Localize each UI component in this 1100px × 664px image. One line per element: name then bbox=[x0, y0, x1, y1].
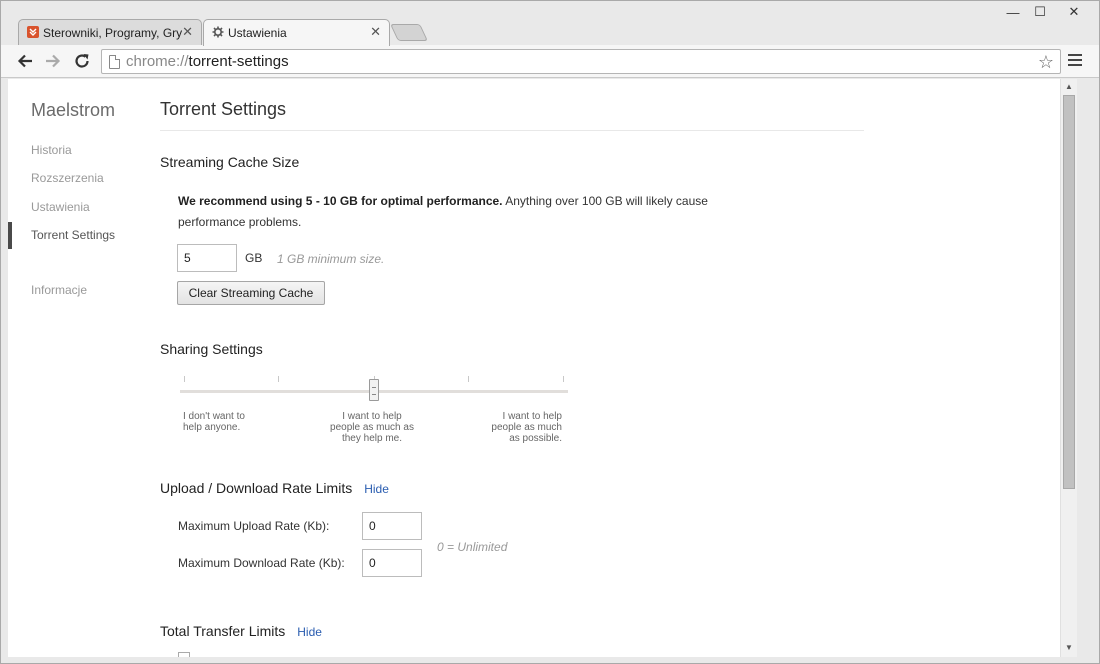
forward-button[interactable] bbox=[42, 50, 64, 72]
tab-sterowniki[interactable]: Sterowniki, Programy, Gry ✕ bbox=[18, 19, 202, 45]
transfer-limit-checkbox[interactable] bbox=[178, 652, 190, 657]
slider-label-middle: I want to help people as much as they he… bbox=[330, 411, 414, 444]
sidebar-selected-marker bbox=[8, 222, 12, 249]
upload-rate-input[interactable] bbox=[362, 512, 422, 540]
sidebar-item-torrent-settings[interactable]: Torrent Settings bbox=[31, 228, 115, 242]
page-content: Maelstrom Historia Rozszerzenia Ustawien… bbox=[8, 79, 1060, 657]
rate-limits-hide-link[interactable]: Hide bbox=[364, 482, 389, 496]
close-tab-icon[interactable]: ✕ bbox=[182, 24, 193, 40]
download-rate-input[interactable] bbox=[362, 549, 422, 577]
window-close-icon[interactable]: ✕ bbox=[1057, 2, 1091, 22]
page-scrollbar[interactable]: ▲ ▼ bbox=[1060, 79, 1077, 657]
site-favicon-icon bbox=[27, 26, 39, 38]
cache-unit: GB bbox=[245, 251, 263, 265]
gear-icon bbox=[212, 26, 224, 38]
transfer-limits-hide-link[interactable]: Hide bbox=[297, 625, 322, 639]
rate-limits-section-title: Upload / Download Rate Limits Hide bbox=[160, 480, 389, 496]
sidebar-brand: Maelstrom bbox=[31, 100, 116, 120]
slider-label-left: I don't want to help anyone. bbox=[183, 411, 245, 433]
upload-rate-label: Maximum Upload Rate (Kb): bbox=[178, 519, 330, 533]
back-button[interactable] bbox=[14, 50, 36, 72]
arrow-right-icon bbox=[46, 54, 61, 68]
page-title: Torrent Settings bbox=[160, 99, 287, 119]
browser-toolbar: chrome://torrent-settings ☆ bbox=[1, 45, 1099, 78]
cache-section-title: Streaming Cache Size bbox=[160, 154, 300, 170]
slider-label-right: I want to help people as much as possibl… bbox=[491, 411, 562, 444]
scroll-down-icon[interactable]: ▼ bbox=[1065, 643, 1073, 652]
reload-icon bbox=[75, 54, 89, 68]
sidebar-item-historia[interactable]: Historia bbox=[31, 143, 72, 157]
slider-tick bbox=[468, 376, 469, 382]
sidebar-item-rozszerzenia[interactable]: Rozszerzenia bbox=[31, 171, 104, 185]
window-edge bbox=[1077, 79, 1099, 657]
page-icon bbox=[109, 55, 120, 69]
sidebar-item-ustawienia[interactable]: Ustawienia bbox=[31, 200, 90, 214]
slider-tick bbox=[563, 376, 564, 382]
address-bar[interactable]: chrome://torrent-settings ☆ bbox=[101, 49, 1061, 74]
clear-cache-button[interactable]: Clear Streaming Cache bbox=[177, 281, 325, 305]
maximize-icon[interactable]: ☐ bbox=[1023, 2, 1057, 22]
sharing-section-title: Sharing Settings bbox=[160, 341, 263, 357]
title-divider bbox=[160, 130, 864, 131]
transfer-limits-section-title: Total Transfer Limits Hide bbox=[160, 623, 322, 639]
tab-strip: Sterowniki, Programy, Gry ✕ Ustawienia ✕… bbox=[0, 0, 1100, 46]
new-tab-button[interactable] bbox=[390, 24, 428, 41]
tab-title: Sterowniki, Programy, Gry bbox=[43, 25, 183, 40]
cache-size-input[interactable] bbox=[177, 244, 237, 272]
bookmark-star-icon[interactable]: ☆ bbox=[1038, 52, 1054, 73]
tab-ustawienia[interactable]: Ustawienia ✕ bbox=[203, 19, 390, 46]
slider-tick bbox=[184, 376, 185, 382]
slider-tick bbox=[278, 376, 279, 382]
arrow-left-icon bbox=[17, 54, 32, 68]
hamburger-menu-icon[interactable] bbox=[1068, 54, 1082, 68]
scroll-up-icon[interactable]: ▲ bbox=[1065, 82, 1073, 91]
download-rate-label: Maximum Download Rate (Kb): bbox=[178, 556, 345, 570]
close-tab-icon[interactable]: ✕ bbox=[370, 24, 381, 40]
unlimited-hint: 0 = Unlimited bbox=[437, 540, 508, 554]
cache-recommendation: We recommend using 5 - 10 GB for optimal… bbox=[178, 194, 708, 229]
cache-hint: 1 GB minimum size. bbox=[277, 252, 385, 266]
scrollbar-thumb[interactable] bbox=[1063, 95, 1075, 489]
tab-title: Ustawienia bbox=[228, 26, 287, 40]
reload-button[interactable] bbox=[71, 50, 93, 72]
sidebar-item-informacje[interactable]: Informacje bbox=[31, 283, 87, 297]
sharing-slider-thumb[interactable] bbox=[369, 379, 379, 401]
url-text[interactable]: chrome://torrent-settings bbox=[126, 53, 289, 70]
